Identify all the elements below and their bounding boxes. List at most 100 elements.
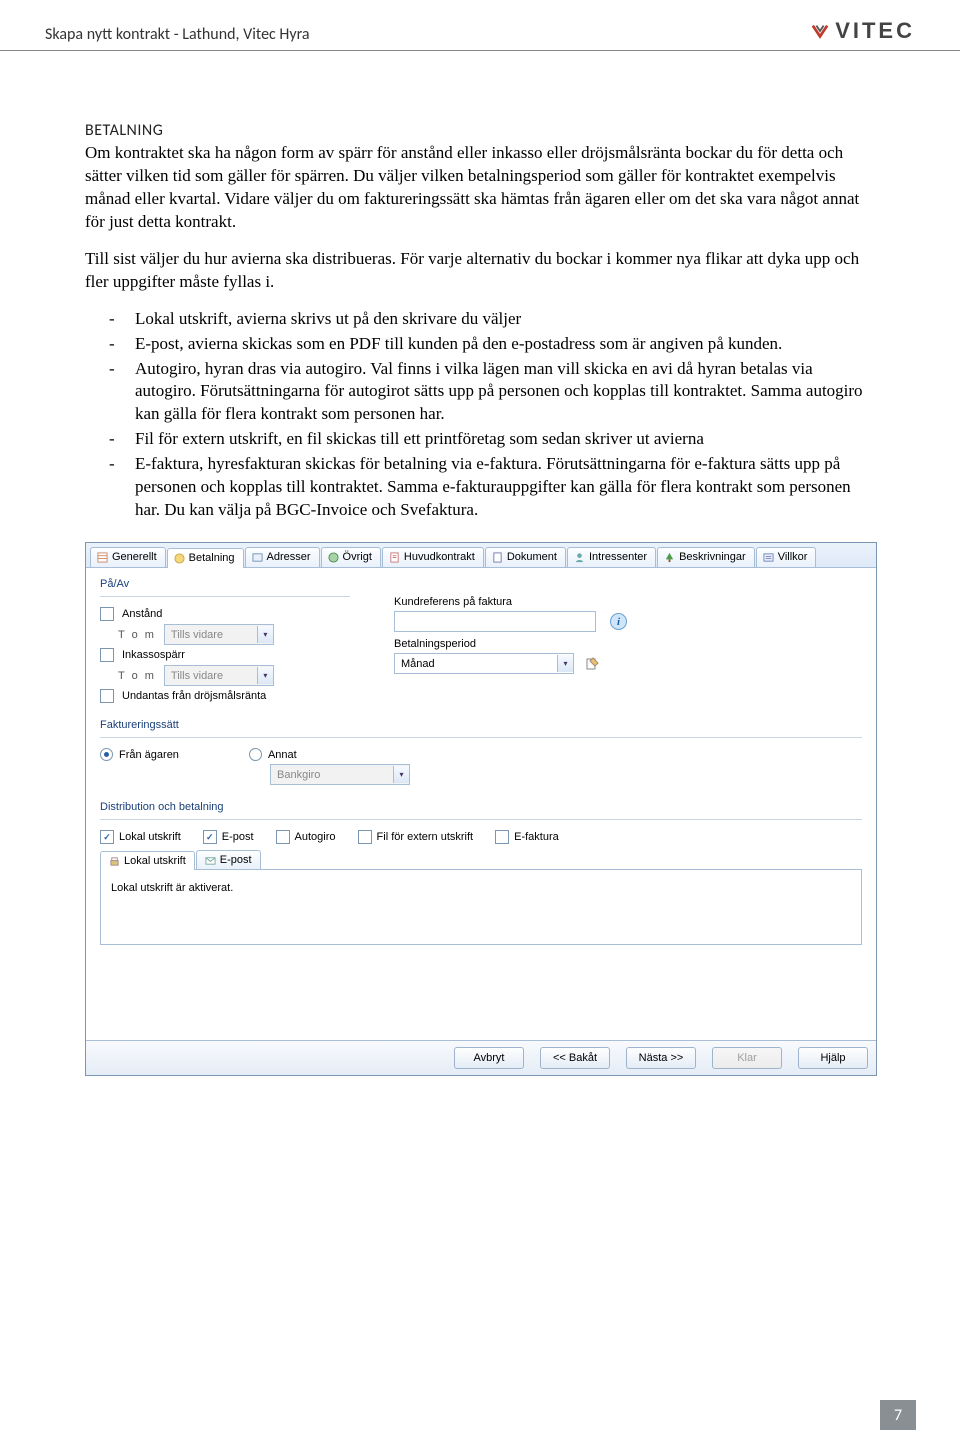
tab-huvudkontrakt[interactable]: Huvudkontrakt xyxy=(382,547,484,567)
document-icon xyxy=(492,552,503,563)
dropdown-value: Bankgiro xyxy=(271,769,393,781)
undantas-checkbox[interactable] xyxy=(100,689,114,703)
bullet-list: Lokal utskrift, avierna skrivs ut på den… xyxy=(109,308,875,522)
chevron-down-icon: ▾ xyxy=(257,626,273,643)
contract-icon xyxy=(389,552,400,563)
dropdown-value: Tills vidare xyxy=(165,629,257,641)
autogiro-label: Autogiro xyxy=(295,831,336,843)
list-item: Fil för extern utskrift, en fil skickas … xyxy=(109,428,875,451)
tab-betalning[interactable]: Betalning xyxy=(167,548,244,568)
distribution-subtabs: Lokal utskrift E-post xyxy=(100,850,862,870)
bakat-button[interactable]: << Bakåt xyxy=(540,1047,610,1069)
extern-label: Fil för extern utskrift xyxy=(377,831,474,843)
tab-adresser[interactable]: Adresser xyxy=(245,547,320,567)
subtab-epost[interactable]: E-post xyxy=(196,850,261,869)
group-distribution: Distribution och betalning Lokal utskrif… xyxy=(100,801,862,945)
klar-button: Klar xyxy=(712,1047,782,1069)
vitec-logo: VITEC xyxy=(811,18,915,44)
efaktura-checkbox[interactable] xyxy=(495,830,509,844)
tab-label: Betalning xyxy=(189,552,235,564)
anstand-label: Anstånd xyxy=(122,608,162,620)
inkasso-checkbox[interactable] xyxy=(100,648,114,662)
efaktura-label: E-faktura xyxy=(514,831,559,843)
vitec-mark-icon xyxy=(811,22,829,40)
tab-villkor[interactable]: Villkor xyxy=(756,547,817,567)
dropdown-value: Månad xyxy=(395,658,557,670)
card-icon xyxy=(252,552,263,563)
subtab-label: Lokal utskrift xyxy=(124,855,186,867)
avbryt-button[interactable]: Avbryt xyxy=(454,1047,524,1069)
person-icon xyxy=(574,552,585,563)
page-header: Skapa nytt kontrakt - Lathund, Vitec Hyr… xyxy=(0,0,960,51)
tabstrip: Generellt Betalning Adresser Övrigt Huvu… xyxy=(86,543,876,568)
tom-label: T o m xyxy=(118,670,156,682)
epost-checkbox[interactable] xyxy=(203,830,217,844)
bankgiro-dropdown[interactable]: Bankgiro ▾ xyxy=(270,764,410,785)
divider xyxy=(100,737,862,738)
distribution-sub-pane: Lokal utskrift är aktiverat. xyxy=(100,870,862,945)
page-title: Skapa nytt kontrakt - Lathund, Vitec Hyr… xyxy=(45,25,310,44)
tree-icon xyxy=(664,552,675,563)
annat-label: Annat xyxy=(268,749,297,761)
extern-checkbox[interactable] xyxy=(358,830,372,844)
lokal-label: Lokal utskrift xyxy=(119,831,181,843)
group-pa-av: På/Av Anstånd T o m Tills vidare ▾ xyxy=(100,578,350,703)
hjalp-button[interactable]: Hjälp xyxy=(798,1047,868,1069)
tab-label: Dokument xyxy=(507,551,557,563)
dropdown-value: Tills vidare xyxy=(165,670,257,682)
edit-icon[interactable] xyxy=(582,654,602,674)
inkasso-label: Inkassospärr xyxy=(122,649,185,661)
divider xyxy=(100,819,862,820)
section-heading: BETALNING xyxy=(85,121,875,140)
kundref-label: Kundreferens på faktura xyxy=(394,596,862,608)
nasta-button[interactable]: Nästa >> xyxy=(626,1047,696,1069)
fran-agaren-label: Från ägaren xyxy=(119,749,179,761)
chevron-down-icon: ▾ xyxy=(257,667,273,684)
lokal-utskrift-checkbox[interactable] xyxy=(100,830,114,844)
group-title: På/Av xyxy=(100,578,350,590)
tab-label: Adresser xyxy=(267,551,311,563)
chevron-down-icon: ▾ xyxy=(393,766,409,783)
info-icon[interactable]: i xyxy=(610,613,627,630)
body-paragraph-2: Till sist väljer du hur avierna ska dist… xyxy=(85,248,875,294)
tab-label: Huvudkontrakt xyxy=(404,551,475,563)
wizard-footer: Avbryt << Bakåt Nästa >> Klar Hjälp xyxy=(86,1040,876,1075)
anstand-tom-dropdown[interactable]: Tills vidare ▾ xyxy=(164,624,274,645)
printer-icon xyxy=(109,856,120,867)
tab-label: Övrigt xyxy=(343,551,372,563)
tom-label: T o m xyxy=(118,629,156,641)
page-number: 7 xyxy=(880,1400,916,1430)
tab-generellt[interactable]: Generellt xyxy=(90,547,166,567)
tab-label: Villkor xyxy=(778,551,808,563)
autogiro-checkbox[interactable] xyxy=(276,830,290,844)
tab-label: Generellt xyxy=(112,551,157,563)
undantas-label: Undantas från dröjsmålsränta xyxy=(122,690,266,702)
group-title: Faktureringssätt xyxy=(100,719,862,731)
tab-beskrivningar[interactable]: Beskrivningar xyxy=(657,547,755,567)
betalningsperiod-dropdown[interactable]: Månad ▾ xyxy=(394,653,574,674)
chevron-down-icon: ▾ xyxy=(557,655,573,672)
subtab-lokal-utskrift[interactable]: Lokal utskrift xyxy=(100,851,195,870)
fran-agaren-radio[interactable] xyxy=(100,748,113,761)
inkasso-tom-dropdown[interactable]: Tills vidare ▾ xyxy=(164,665,274,686)
divider xyxy=(100,596,350,597)
list-item: E-faktura, hyresfakturan skickas för bet… xyxy=(109,453,875,522)
mail-icon xyxy=(205,855,216,866)
kundref-input[interactable] xyxy=(394,611,596,632)
sheet-icon xyxy=(97,552,108,563)
subtab-label: E-post xyxy=(220,854,252,866)
list-item: Lokal utskrift, avierna skrivs ut på den… xyxy=(109,308,875,331)
tab-ovrigt[interactable]: Övrigt xyxy=(321,547,381,567)
anstand-checkbox[interactable] xyxy=(100,607,114,621)
group-title: Distribution och betalning xyxy=(100,801,862,813)
tab-dokument[interactable]: Dokument xyxy=(485,547,566,567)
betalperiod-label: Betalningsperiod xyxy=(394,638,862,650)
group-faktureringssatt: Faktureringssätt Från ägaren Annat xyxy=(100,719,862,785)
tab-intressenter[interactable]: Intressenter xyxy=(567,547,656,567)
globe-icon xyxy=(328,552,339,563)
distribution-status-text: Lokal utskrift är aktiverat. xyxy=(111,882,233,894)
annat-radio[interactable] xyxy=(249,748,262,761)
list-item: Autogiro, hyran dras via autogiro. Val f… xyxy=(109,358,875,427)
epost-label: E-post xyxy=(222,831,254,843)
wizard-window: Generellt Betalning Adresser Övrigt Huvu… xyxy=(85,542,877,1076)
